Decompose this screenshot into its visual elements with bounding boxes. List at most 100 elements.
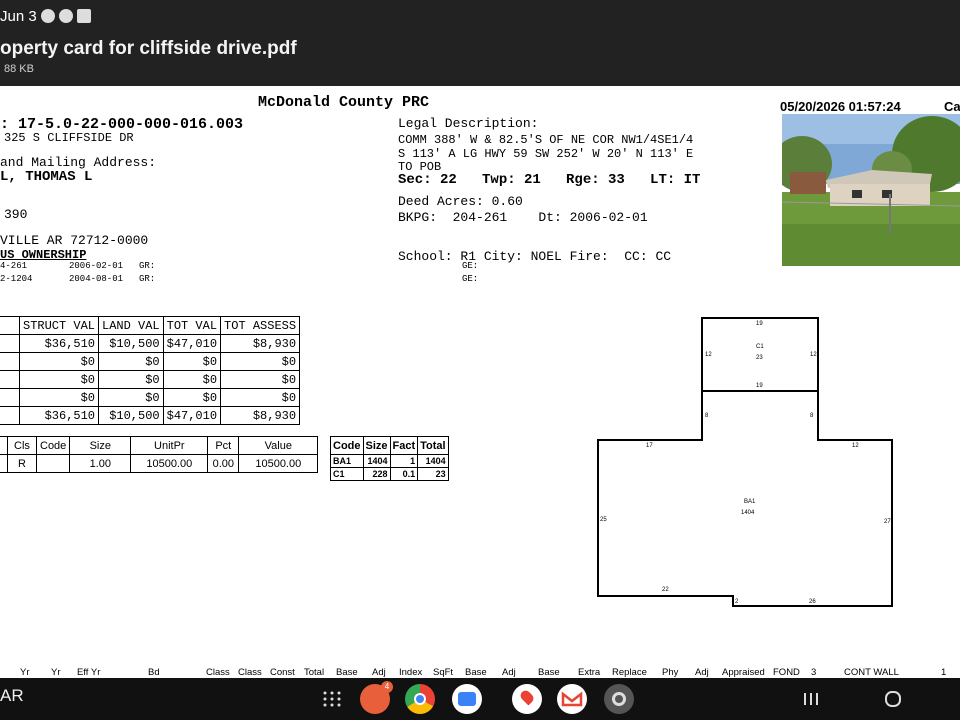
file-size: 88 KB <box>4 63 34 75</box>
column-header: FOND <box>773 667 800 678</box>
column-header: Replace <box>612 667 647 678</box>
row-stub <box>0 352 20 371</box>
area-table: Code Size Fact Total BA1 1404 1 1404 C1 … <box>330 436 449 481</box>
table-cell <box>35 454 71 473</box>
chrome-icon[interactable] <box>405 684 435 714</box>
column-header: SqFt <box>433 667 454 678</box>
legal-line-2: S 113' A LG HWY 59 SW 252' W 20' N 113' … <box>398 147 694 161</box>
row-stub <box>0 406 20 425</box>
corner-label: Ca <box>944 99 960 114</box>
sketch-label: 17 <box>646 443 653 449</box>
column-header: Pct <box>207 436 240 455</box>
sketch-label: 12 <box>810 352 817 358</box>
column-header: Fact <box>389 436 419 455</box>
table-cell: $0 <box>220 388 301 407</box>
improvement-headers: Yr Yr Eff Yr Bd Class Class Const Total … <box>0 667 960 678</box>
table-cell: $0 <box>162 388 222 407</box>
column-header: Adj <box>695 667 709 678</box>
pdf-page[interactable]: McDonald County PRC 05/20/2026 01:57:24 … <box>0 86 960 678</box>
table-cell: $0 <box>220 370 301 389</box>
sketch-label: 19 <box>756 383 763 389</box>
sketch-label: 22 <box>662 587 669 593</box>
notification-badge: 4 <box>381 681 393 693</box>
table-cell: 1.00 <box>69 454 132 473</box>
mailing-city: VILLE AR 72712-0000 <box>0 233 149 248</box>
table-cell: 1404 <box>417 454 449 468</box>
column-header: UnitPr <box>130 436 209 455</box>
table-header-row: Code Size Fact Total <box>330 436 449 455</box>
sketch-label: 2 <box>735 599 739 605</box>
bag-icon <box>77 9 91 23</box>
mailing-address: 390 <box>4 207 28 222</box>
table-cell: 0.1 <box>389 467 419 481</box>
table-row: $0 $0 $0 $0 <box>0 370 301 389</box>
column-header: Value <box>238 436 319 455</box>
ownership-book-2: 2-1204 <box>0 274 33 284</box>
maps-icon[interactable] <box>512 684 542 714</box>
column-header: Code <box>35 436 71 455</box>
home-button[interactable] <box>884 690 902 708</box>
table-row: C1 228 0.1 23 <box>330 467 449 481</box>
gmail-icon[interactable] <box>557 684 587 714</box>
sketch-label: 19 <box>756 321 763 327</box>
column-header: Index <box>399 667 423 678</box>
table-cell: $0 <box>98 388 164 407</box>
column-header: Adj <box>372 667 386 678</box>
sketch-label: 23 <box>756 355 763 361</box>
table-cell: $0 <box>220 352 301 371</box>
situs-address: 325 S CLIFFSIDE DR <box>4 131 134 145</box>
ownership-book-1: 4-261 <box>0 261 28 271</box>
row-stub <box>0 334 20 353</box>
status-time: Jun 3 <box>0 8 37 25</box>
table-cell: $0 <box>18 370 100 389</box>
column-header: CONT WALL <box>844 667 899 678</box>
ownership-date-2: 2004-08-01 <box>69 274 124 284</box>
sketch-label: C1 <box>756 344 764 350</box>
land-table: Cls Code Size UnitPr Pct Value R 1.00 10… <box>0 436 319 473</box>
table-cell: $47,010 <box>162 334 222 353</box>
table-cell: 10500.00 <box>130 454 209 473</box>
table-row: $0 $0 $0 $0 <box>0 352 301 371</box>
table-row: BA1 1404 1 1404 <box>330 454 449 468</box>
table-cell: $36,510 <box>18 334 100 353</box>
table-cell: 23 <box>417 467 449 481</box>
recents-button[interactable] <box>802 690 820 708</box>
table-cell: BA1 <box>330 454 364 468</box>
sketch-label: 27 <box>884 519 891 525</box>
settings-icon[interactable] <box>604 684 634 714</box>
files-icon[interactable] <box>452 684 482 714</box>
file-title: operty card for cliffside drive.pdf <box>0 38 297 59</box>
sketch-label: 1404 <box>741 510 755 516</box>
app-drawer-icon[interactable] <box>322 690 342 708</box>
column-header: TOT VAL <box>162 316 222 335</box>
table-cell: $10,500 <box>98 406 164 425</box>
ownership-ge-2: GE: <box>462 274 479 284</box>
column-header: Base <box>336 667 358 678</box>
table-header-row: Cls Code Size UnitPr Pct Value <box>0 436 319 455</box>
table-cell: 0.00 <box>207 454 240 473</box>
property-photo <box>782 114 960 266</box>
table-header-row: STRUCT VAL LAND VAL TOT VAL TOT ASSESS <box>0 316 301 335</box>
table-cell: $8,930 <box>220 406 301 425</box>
table-cell: $47,010 <box>162 406 222 425</box>
column-header: Adj <box>502 667 516 678</box>
table-cell: $36,510 <box>18 406 100 425</box>
navigation-bar: AR 4 <box>0 678 960 720</box>
column-header: TOT ASSESS <box>220 316 301 335</box>
school-city-fire: School: R1 City: NOEL Fire: CC: CC <box>398 249 672 264</box>
table-cell: 10500.00 <box>238 454 319 473</box>
column-header: STRUCT VAL <box>18 316 100 335</box>
column-header: 3 <box>811 667 817 678</box>
table-cell: 1404 <box>362 454 391 468</box>
sketch-label: 12 <box>705 352 712 358</box>
ownership-gr-2: GR: <box>139 274 156 284</box>
table-cell: 1 <box>389 454 419 468</box>
column-header: Bd <box>148 667 160 678</box>
table-cell: $0 <box>18 388 100 407</box>
row-stub <box>0 370 20 389</box>
column-header: Size <box>69 436 132 455</box>
ownership-date-1: 2006-02-01 <box>69 261 124 271</box>
column-header: Yr <box>20 667 30 678</box>
table-cell: $0 <box>162 352 222 371</box>
blank-header <box>0 316 20 335</box>
